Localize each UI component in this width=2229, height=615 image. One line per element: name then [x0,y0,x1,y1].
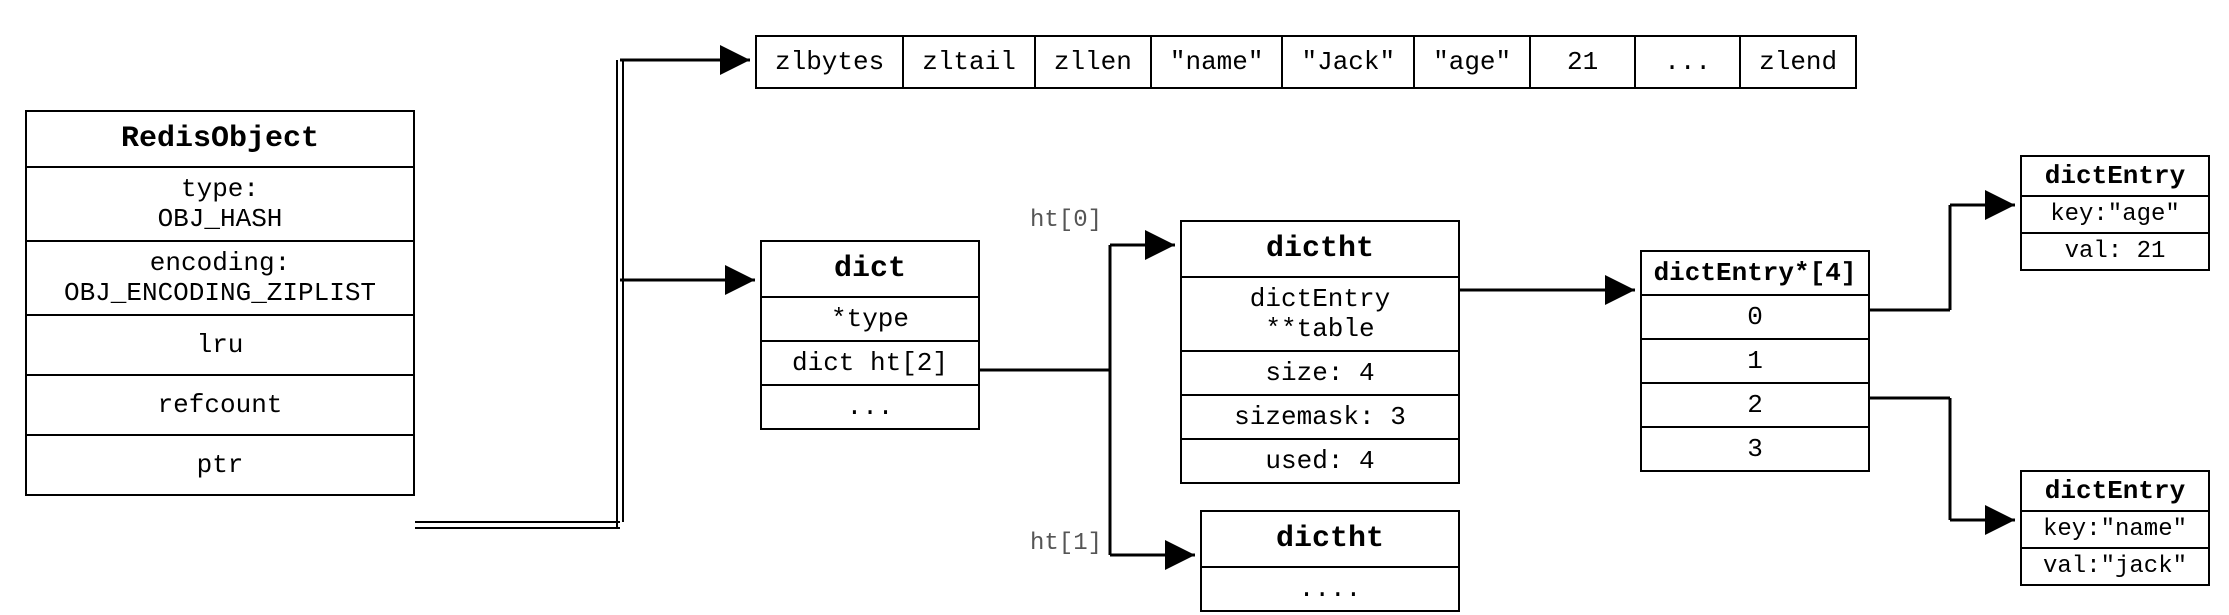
dictht0-struct: dictht dictEntry **table size: 4 sizemas… [1180,220,1460,484]
dictentry-array-1: 1 [1641,339,1869,383]
redis-object-struct: RedisObject type: OBJ_HASH encoding: OBJ… [25,110,415,496]
dictentry-array-3: 3 [1641,427,1869,471]
redis-object-title: RedisObject [26,111,414,167]
redis-object-ptr: ptr [26,435,414,495]
dictht1-struct: dictht .... [1200,510,1460,612]
dictentry-array-title: dictEntry*[4] [1641,251,1869,295]
ziplist-cell-ellipsis: ... [1634,35,1739,89]
ziplist-cell-zltail: zltail [902,35,1034,89]
dictht1-table: dictht .... [1200,510,1460,612]
type-label: type: [37,174,403,204]
dictentry-age-key: key:"age" [2021,196,2209,233]
ziplist-cell-jack: "Jack" [1281,35,1413,89]
redis-object-type: type: OBJ_HASH [26,167,414,241]
dict-ellipsis: ... [761,385,979,429]
ht0-label: ht[0] [1030,207,1102,234]
redis-object-refcount: refcount [26,375,414,435]
dictht1-title: dictht [1201,511,1459,567]
dictentry-age-struct: dictEntry key:"age" val: 21 [2020,155,2210,271]
dict-title: dict [761,241,979,297]
ziplist-cell-name: "name" [1150,35,1282,89]
ziplist-cell-age: "age" [1413,35,1529,89]
ziplist-row: zlbytes zltail zllen "name" "Jack" "age"… [755,35,1857,89]
dictht0-size: size: 4 [1181,351,1459,395]
dictentry-age-table: dictEntry key:"age" val: 21 [2020,155,2210,271]
dictentry-name-title: dictEntry [2021,471,2209,511]
dictht0-title: dictht [1181,221,1459,277]
encoding-label: encoding: [37,248,403,278]
dictentry-array-struct: dictEntry*[4] 0 1 2 3 [1640,250,1870,472]
dictentry-array-2: 2 [1641,383,1869,427]
ziplist-cell-21: 21 [1529,35,1634,89]
dict-type: *type [761,297,979,341]
ht1-label: ht[1] [1030,530,1102,557]
type-value: OBJ_HASH [37,204,403,234]
ziplist-cell-zlbytes: zlbytes [755,35,902,89]
encoding-value: OBJ_ENCODING_ZIPLIST [37,278,403,308]
dictentry-array-0: 0 [1641,295,1869,339]
redis-object-table: RedisObject type: OBJ_HASH encoding: OBJ… [25,110,415,496]
dictentry-name-key: key:"name" [2021,511,2209,548]
dictentry-name-struct: dictEntry key:"name" val:"jack" [2020,470,2210,586]
dictht0-table-field: dictEntry **table [1181,277,1459,351]
dictht0-table: dictht dictEntry **table size: 4 sizemas… [1180,220,1460,484]
dict-ht: dict ht[2] [761,341,979,385]
dictentry-age-val: val: 21 [2021,233,2209,270]
dictht1-ellipsis: .... [1201,567,1459,611]
redis-object-lru: lru [26,315,414,375]
dictht0-used: used: 4 [1181,439,1459,483]
dictentry-name-val: val:"jack" [2021,548,2209,585]
dictht0-sizemask: sizemask: 3 [1181,395,1459,439]
ziplist-cell-zllen: zllen [1034,35,1150,89]
redis-object-encoding: encoding: OBJ_ENCODING_ZIPLIST [26,241,414,315]
dict-table: dict *type dict ht[2] ... [760,240,980,430]
dictentry-age-title: dictEntry [2021,156,2209,196]
dictentry-array-table: dictEntry*[4] 0 1 2 3 [1640,250,1870,472]
dictentry-name-table: dictEntry key:"name" val:"jack" [2020,470,2210,586]
dict-struct: dict *type dict ht[2] ... [760,240,980,430]
ziplist-cell-zlend: zlend [1739,35,1857,89]
